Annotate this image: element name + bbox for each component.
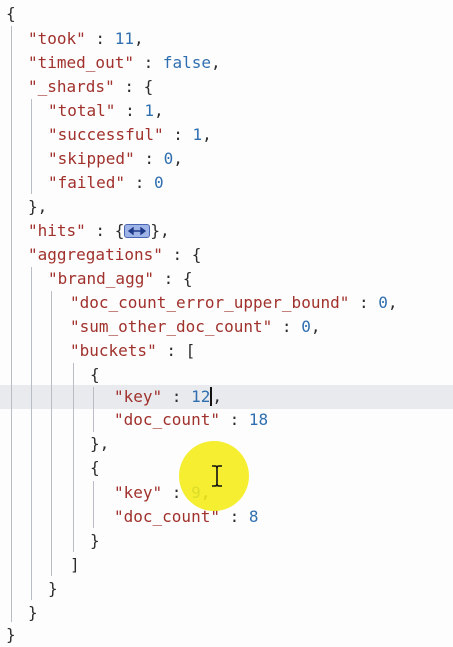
response-line: }: [28, 603, 38, 622]
response-line-total: "total" : 1,: [48, 101, 164, 120]
response-line-doc-count-error: "doc_count_error_upper_bound" : 0,: [70, 293, 398, 312]
response-line-successful: "successful" : 1,: [48, 125, 212, 144]
response-line: }: [90, 531, 100, 550]
response-line: }: [6, 625, 16, 644]
response-line-brand-agg: "brand_agg" : {: [48, 269, 193, 288]
response-line-skipped: "skipped" : 0,: [48, 149, 183, 168]
json-response-viewer[interactable]: { "took" : 11, "timed_out" : false, "_sh…: [0, 0, 453, 647]
response-line-shards: "_shards" : {: [28, 77, 154, 96]
response-line-bucket-doc-count: "doc_count" : 18: [114, 410, 269, 429]
indent-guide: [51, 291, 52, 576]
response-line-buckets: "buckets" : [: [70, 341, 196, 360]
response-line: {: [90, 365, 100, 384]
text-ibeam-cursor-icon: [212, 465, 222, 487]
collapsed-object-icon[interactable]: [124, 224, 151, 238]
response-line: ]: [70, 555, 80, 574]
response-line-failed: "failed" : 0: [48, 173, 164, 192]
response-line: {: [6, 4, 16, 23]
indent-guide: [11, 26, 12, 622]
response-line-aggregations: "aggregations" : {: [28, 245, 202, 264]
response-line: },: [28, 197, 48, 216]
response-line-bucket-doc-count: "doc_count" : 8: [114, 507, 259, 526]
indent-guide: [73, 363, 74, 552]
response-line-bucket-key: "key" : 12,: [114, 387, 222, 406]
response-line-hits: "hits" : {},: [28, 221, 170, 240]
response-line-took: "took" : 11,: [28, 29, 144, 48]
response-line-timed-out: "timed_out" : false,: [28, 53, 221, 72]
response-line: {: [90, 458, 100, 477]
response-line-bucket-key: "key" : 9,: [114, 483, 210, 502]
indent-guide: [93, 387, 94, 432]
response-line: },: [90, 434, 110, 453]
response-line: }: [48, 579, 58, 598]
indent-guide: [31, 267, 32, 600]
indent-guide: [93, 481, 94, 528]
response-line-sum-other: "sum_other_doc_count" : 0,: [70, 317, 321, 336]
indent-guide: [31, 99, 32, 194]
